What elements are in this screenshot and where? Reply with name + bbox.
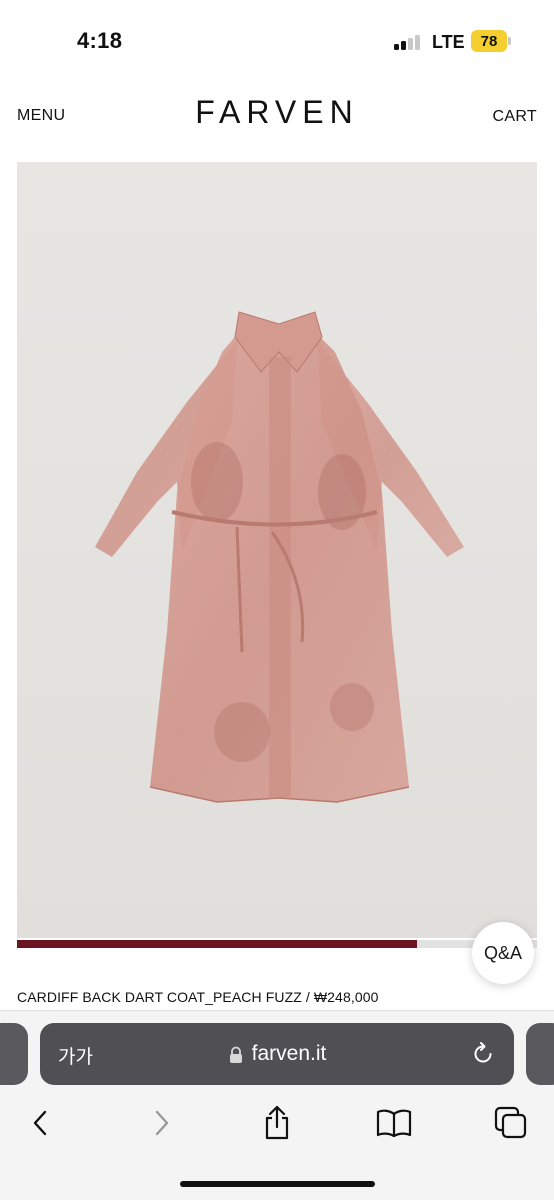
battery-icon: 78 (471, 30, 511, 52)
qa-button[interactable]: Q&A (472, 922, 534, 984)
network-type: LTE (432, 32, 465, 52)
bookmarks-button[interactable] (370, 1099, 418, 1147)
back-button[interactable] (17, 1099, 65, 1147)
url-text[interactable]: farven.it (252, 1042, 327, 1066)
product-title[interactable]: CARDIFF BACK DART COAT_PEACH FUZZ / ₩248… (17, 989, 378, 1005)
forward-button[interactable] (137, 1099, 185, 1147)
share-icon (265, 1105, 289, 1140)
tabs-icon (494, 1106, 527, 1139)
lock-icon (229, 1046, 242, 1063)
cart-button[interactable]: CART (493, 108, 537, 126)
signal-strength-icon (394, 34, 424, 50)
next-tab-preview[interactable] (526, 1023, 554, 1085)
back-icon (33, 1110, 47, 1136)
site-header: MENU FARVEN CART (0, 80, 554, 155)
reload-icon[interactable] (470, 1041, 496, 1067)
status-bar: 4:18 LTE 78 (0, 0, 554, 80)
browser-toolbar: 가가 farven.it (0, 1010, 554, 1200)
status-time: 4:18 (77, 28, 123, 53)
previous-tab-preview[interactable] (0, 1023, 28, 1085)
coat-photo (95, 311, 464, 803)
brand-logo[interactable]: FARVEN (0, 94, 554, 131)
share-button[interactable] (253, 1099, 301, 1147)
tabs-button[interactable] (487, 1099, 535, 1147)
address-bar[interactable]: 가가 farven.it (40, 1023, 514, 1085)
navigation-toolbar (0, 1099, 554, 1147)
forward-icon (155, 1110, 169, 1136)
product-image[interactable] (17, 162, 537, 938)
gallery-progress-fill (17, 940, 418, 948)
home-indicator (180, 1181, 375, 1187)
battery-level: 78 (471, 30, 507, 52)
gallery-progress-bar (17, 940, 537, 948)
bookmarks-icon (376, 1109, 412, 1138)
